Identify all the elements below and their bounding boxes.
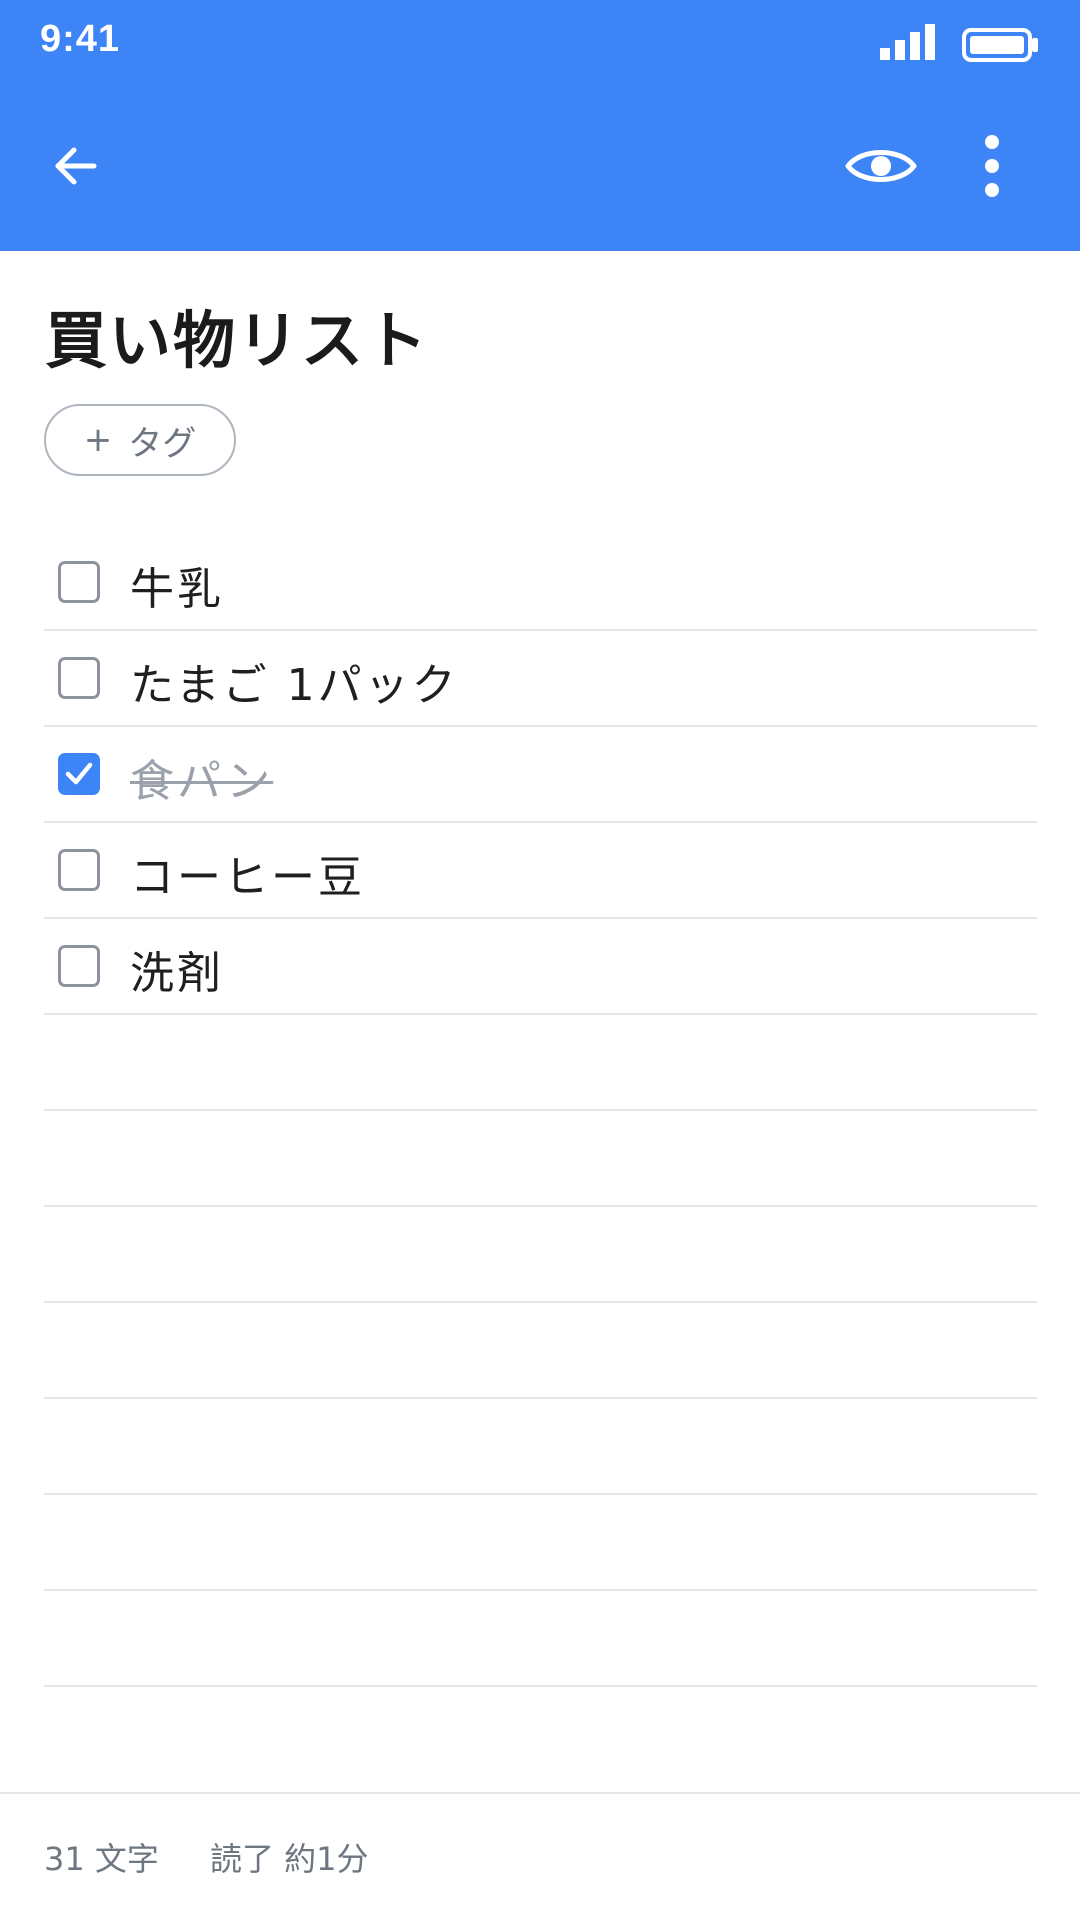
empty-line[interactable]	[44, 1207, 1037, 1303]
back-button[interactable]	[36, 128, 116, 208]
signal-icon	[880, 24, 936, 60]
more-options-button[interactable]	[952, 128, 1032, 208]
checkbox[interactable]	[58, 945, 100, 987]
app-bar	[0, 88, 1080, 251]
more-vertical-icon	[982, 134, 1002, 202]
footer-stats: 31 文字 読了 約1分	[0, 1792, 1080, 1920]
note-title[interactable]: 買い物リスト	[45, 290, 429, 380]
empty-line[interactable]	[44, 1111, 1037, 1207]
read-time: 読了 約1分	[210, 1840, 369, 1878]
checkmark-icon	[65, 762, 93, 785]
checklist-item: 洗剤	[44, 919, 1037, 1015]
checklist-item-text[interactable]: 牛乳	[130, 553, 224, 617]
checklist-item-text[interactable]: コーヒー豆	[130, 841, 365, 905]
eye-icon	[845, 144, 917, 192]
checklist-item: コーヒー豆	[44, 823, 1037, 919]
checklist-item: たまご 1パック	[44, 631, 1037, 727]
empty-line[interactable]	[44, 1591, 1037, 1687]
add-tag-label: タグ	[128, 423, 197, 464]
checklist: 牛乳 たまご 1パック 食パン コーヒー豆 洗剤	[44, 535, 1037, 1687]
checkbox-checked[interactable]	[58, 753, 100, 795]
empty-line[interactable]	[44, 1015, 1037, 1111]
add-tag-button[interactable]: + タグ	[44, 404, 236, 476]
status-time: 9:41	[40, 18, 121, 60]
back-arrow-icon	[52, 142, 100, 194]
plus-icon: +	[83, 420, 113, 460]
checkbox[interactable]	[58, 657, 100, 699]
empty-line[interactable]	[44, 1495, 1037, 1591]
preview-button[interactable]	[835, 128, 927, 208]
note-editor-screen: 9:41 買い物リスト + タグ 牛乳 たまご 1パック 食パン コーヒー豆 洗…	[0, 0, 1080, 1920]
empty-line[interactable]	[44, 1399, 1037, 1495]
checkbox[interactable]	[58, 849, 100, 891]
char-count: 31 文字	[44, 1840, 159, 1878]
status-bar: 9:41	[0, 0, 1080, 88]
checklist-item: 牛乳	[44, 535, 1037, 631]
battery-icon	[962, 28, 1040, 62]
checkbox[interactable]	[58, 561, 100, 603]
empty-line[interactable]	[44, 1303, 1037, 1399]
checklist-item-text[interactable]: 食パン	[130, 745, 273, 809]
checklist-item-text[interactable]: たまご 1パック	[130, 649, 459, 713]
checklist-item: 食パン	[44, 727, 1037, 823]
checklist-item-text[interactable]: 洗剤	[130, 937, 224, 1001]
